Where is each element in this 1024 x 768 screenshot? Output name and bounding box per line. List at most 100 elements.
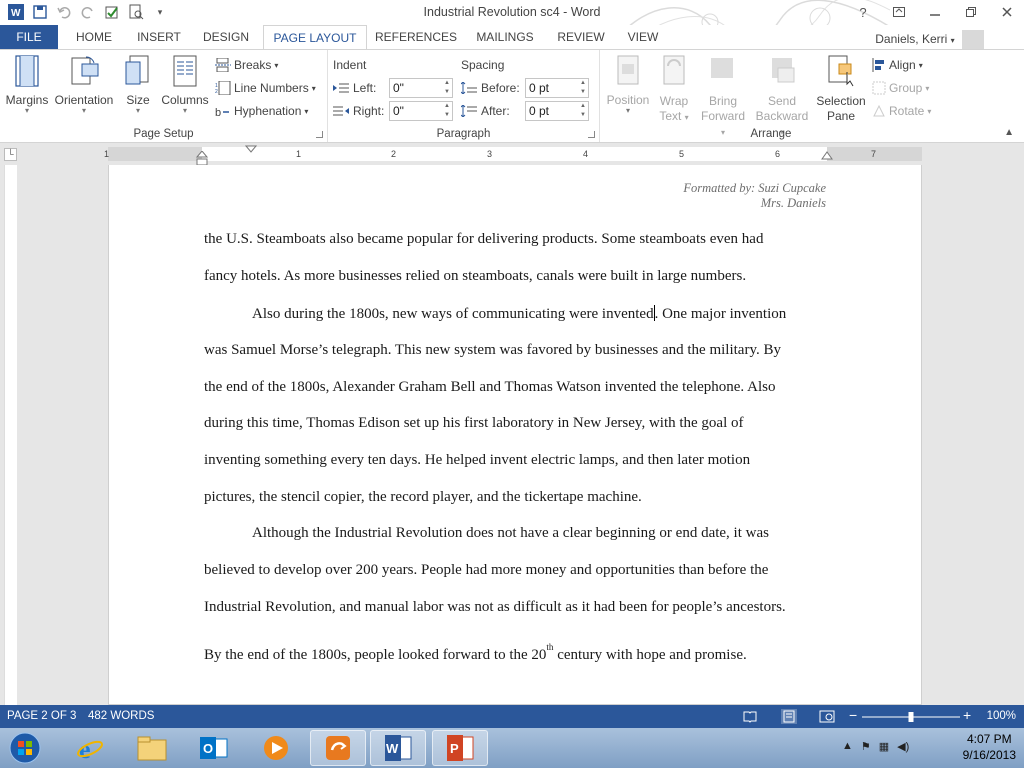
tab-selector-button[interactable]: └ bbox=[4, 148, 17, 161]
indent-left-input[interactable]: 0" ▲ ▼ bbox=[389, 78, 453, 98]
show-hidden-icons-icon[interactable]: ▲ bbox=[842, 740, 853, 753]
zoom-slider-thumb[interactable] bbox=[908, 712, 914, 722]
spacing-after-icon bbox=[461, 105, 477, 117]
size-label: Size bbox=[126, 93, 150, 107]
body-line: fancy hotels. As more businesses relied … bbox=[204, 268, 747, 284]
body-line: inventing something every ten days. He h… bbox=[204, 452, 751, 468]
horizontal-ruler[interactable]: 1 1 2 3 4 5 6 7 bbox=[104, 145, 922, 166]
right-indent-marker-icon[interactable] bbox=[821, 151, 833, 161]
volume-icon[interactable]: ◀) bbox=[897, 740, 909, 753]
wrap-text-label-2: Text bbox=[659, 109, 682, 123]
group-icon bbox=[872, 81, 886, 95]
indent-right-input[interactable]: 0" ▲ ▼ bbox=[389, 101, 453, 121]
word-icon[interactable]: W bbox=[370, 730, 426, 766]
tab-view[interactable]: VIEW bbox=[618, 25, 668, 50]
spacing-before-label: Before: bbox=[481, 81, 520, 95]
margins-button[interactable]: Margins ▾ bbox=[4, 54, 50, 115]
selection-pane-icon bbox=[828, 55, 854, 87]
body-line: during this time, Thomas Edison set up h… bbox=[204, 415, 744, 431]
indent-title: Indent bbox=[333, 58, 367, 72]
powerpoint-icon[interactable]: P bbox=[432, 730, 488, 766]
line-numbers-button[interactable]: 12 Line Numbers ▾ bbox=[215, 81, 316, 95]
tab-home[interactable]: HOME bbox=[66, 25, 122, 50]
hyphenation-button[interactable]: b Hyphenation ▾ bbox=[215, 104, 308, 118]
breaks-button[interactable]: Breaks ▾ bbox=[215, 58, 278, 72]
help-button[interactable]: ? bbox=[850, 2, 876, 22]
body-line: pictures, the stencil copier, the record… bbox=[204, 489, 642, 505]
page-setup-group: Margins ▾ Orientation ▾ Size ▾ Columns ▾ Bre… bbox=[0, 50, 328, 142]
body-line: Although the Industrial Revolution does … bbox=[252, 525, 769, 541]
spin-arrows-icon[interactable]: ▲ ▼ bbox=[578, 79, 588, 97]
first-line-indent-marker-icon[interactable] bbox=[245, 145, 257, 153]
send-backward-label-1: Send bbox=[767, 94, 797, 108]
tab-page-layout[interactable]: PAGE LAYOUT bbox=[263, 25, 367, 50]
indent-right-row: Right: bbox=[333, 104, 384, 118]
columns-icon bbox=[173, 55, 197, 87]
hyphenation-label: Hyphenation bbox=[234, 104, 302, 118]
orientation-button[interactable]: Orientation ▾ bbox=[52, 54, 116, 115]
print-layout-icon[interactable] bbox=[781, 709, 797, 724]
margins-label: Margins bbox=[5, 93, 49, 107]
chevron-down-icon: ▾ bbox=[918, 60, 923, 70]
web-layout-icon[interactable] bbox=[819, 710, 835, 723]
media-player-icon[interactable] bbox=[248, 730, 304, 766]
spacing-after-input[interactable]: 0 pt ▲ ▼ bbox=[525, 101, 589, 121]
wrap-text-label-1: Wrap bbox=[659, 94, 689, 108]
paragraph-group-label: Paragraph bbox=[436, 128, 491, 140]
tab-insert[interactable]: INSERT bbox=[130, 25, 188, 50]
zoom-level[interactable]: 100% bbox=[987, 710, 1016, 722]
word-count[interactable]: 482 WORDS bbox=[88, 710, 154, 722]
ruler-number: 4 bbox=[583, 149, 589, 159]
size-button[interactable]: Size ▾ bbox=[120, 54, 156, 115]
page-count[interactable]: PAGE 2 OF 3 bbox=[7, 710, 76, 722]
page-setup-dialog-launcher[interactable] bbox=[316, 131, 323, 138]
network-icon[interactable]: ▦ bbox=[879, 740, 889, 753]
tab-mailings[interactable]: MAILINGS bbox=[468, 25, 542, 50]
body-line: believed to develop over 200 years. Peop… bbox=[204, 562, 769, 578]
vertical-ruler[interactable] bbox=[4, 165, 17, 705]
paragraph-dialog-launcher[interactable] bbox=[588, 131, 595, 138]
tab-design[interactable]: DESIGN bbox=[196, 25, 256, 50]
spin-arrows-icon[interactable]: ▲ ▼ bbox=[442, 79, 452, 97]
restore-button[interactable] bbox=[958, 2, 984, 22]
rotate-button[interactable]: Rotate ▾ bbox=[872, 104, 931, 118]
group-button[interactable]: Group ▾ bbox=[872, 81, 929, 95]
position-button[interactable]: Position ▾ bbox=[604, 54, 652, 115]
tab-review[interactable]: REVIEW bbox=[552, 25, 610, 50]
action-center-flag-icon[interactable]: ⚑ bbox=[861, 740, 871, 753]
internet-explorer-icon[interactable]: e bbox=[62, 730, 118, 766]
close-button[interactable] bbox=[994, 2, 1020, 22]
zoom-in-icon[interactable]: + bbox=[963, 707, 971, 723]
tab-references[interactable]: REFERENCES bbox=[374, 25, 458, 50]
line-numbers-icon: 12 bbox=[215, 81, 231, 95]
spin-arrows-icon[interactable]: ▲ ▼ bbox=[442, 102, 452, 120]
clock[interactable]: 4:07 PM 9/16/2013 bbox=[963, 731, 1016, 763]
position-label: Position bbox=[606, 93, 650, 107]
clock-time: 4:07 PM bbox=[966, 732, 1012, 746]
document-page[interactable]: Formatted by: Suzi Cupcake Mrs. Daniels … bbox=[108, 165, 922, 705]
user-account[interactable]: Daniels, Kerri ▾ bbox=[875, 30, 984, 50]
wrap-text-button[interactable]: Wrap Text ▾ bbox=[652, 54, 696, 125]
file-explorer-icon[interactable] bbox=[124, 730, 180, 766]
columns-button[interactable]: Columns ▾ bbox=[158, 54, 212, 115]
hyphenation-icon: b bbox=[215, 107, 229, 118]
chevron-down-icon: ▾ bbox=[274, 60, 279, 70]
start-orb-icon[interactable] bbox=[0, 730, 50, 766]
outlook-icon[interactable]: O bbox=[186, 730, 242, 766]
minimize-button[interactable] bbox=[922, 2, 948, 22]
chevron-down-icon: ▾ bbox=[925, 83, 930, 93]
spin-arrows-icon[interactable]: ▲ ▼ bbox=[578, 102, 588, 120]
switcher-icon[interactable] bbox=[310, 730, 366, 766]
ribbon-display-options-button[interactable] bbox=[886, 2, 912, 22]
svg-text:b: b bbox=[215, 107, 221, 118]
zoom-slider[interactable] bbox=[862, 710, 960, 724]
read-mode-icon[interactable] bbox=[743, 710, 757, 723]
align-button[interactable]: Align ▾ bbox=[872, 58, 923, 72]
collapse-ribbon-icon[interactable]: ▲ bbox=[1004, 127, 1014, 138]
document-area[interactable]: Formatted by: Suzi Cupcake Mrs. Daniels … bbox=[20, 165, 1024, 705]
zoom-out-icon[interactable]: − bbox=[849, 707, 857, 723]
spacing-before-input[interactable]: 0 pt ▲ ▼ bbox=[525, 78, 589, 98]
selection-pane-button[interactable]: Selection Pane bbox=[814, 54, 868, 124]
ruler-number: 6 bbox=[775, 149, 781, 159]
tab-file[interactable]: FILE bbox=[0, 25, 58, 50]
